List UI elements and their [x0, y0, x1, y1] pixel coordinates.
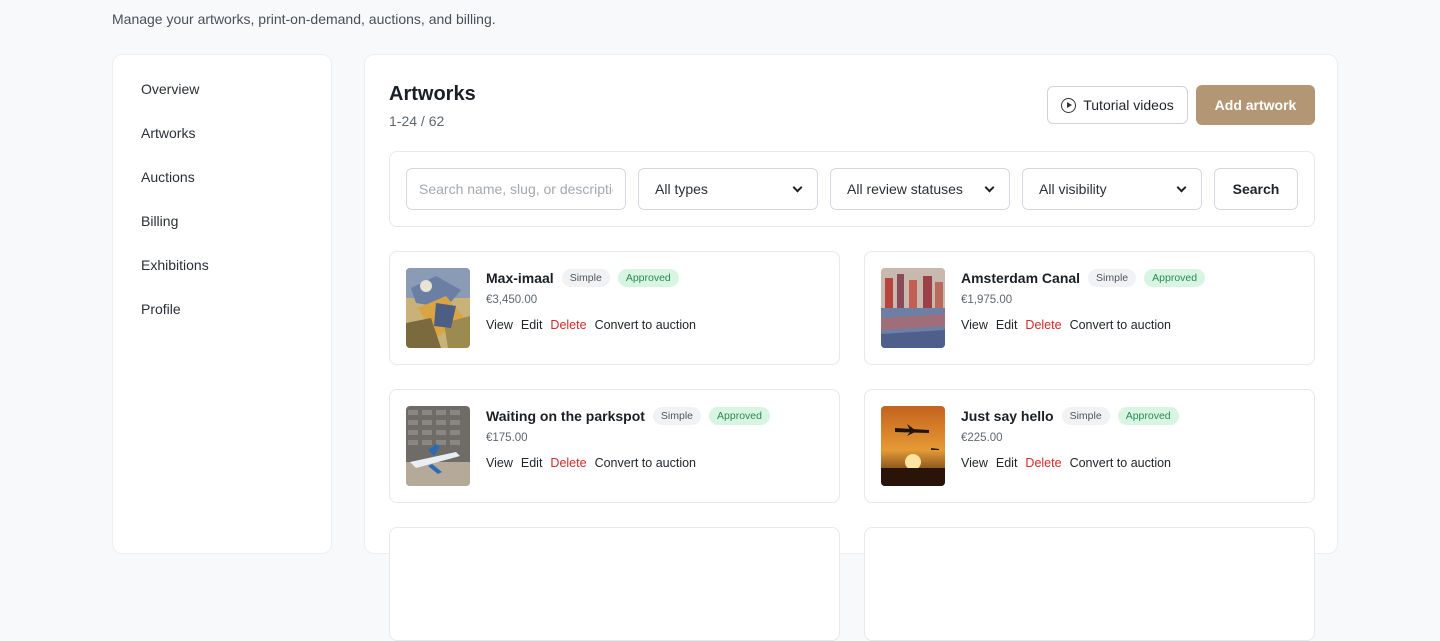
search-button[interactable]: Search	[1214, 168, 1298, 210]
artwork-title: Just say hello	[961, 408, 1054, 424]
artwork-thumbnail[interactable]	[406, 406, 470, 486]
status-badge: Approved	[709, 407, 770, 425]
artwork-image	[406, 406, 470, 486]
delete-link[interactable]: Delete	[550, 318, 586, 332]
sidebar-item-exhibitions[interactable]: Exhibitions	[113, 245, 331, 289]
artwork-title: Waiting on the parkspot	[486, 408, 645, 424]
convert-to-auction-link[interactable]: Convert to auction	[595, 456, 696, 470]
artwork-thumbnail[interactable]	[881, 268, 945, 348]
convert-to-auction-link[interactable]: Convert to auction	[595, 318, 696, 332]
view-link[interactable]: View	[486, 318, 513, 332]
artwork-image	[406, 268, 470, 348]
tutorial-videos-label: Tutorial videos	[1083, 97, 1174, 113]
artwork-card: Max-imaal Simple Approved €3,450.00 View…	[389, 251, 840, 365]
sidebar-item-auctions[interactable]: Auctions	[113, 157, 331, 201]
tutorial-videos-button[interactable]: Tutorial videos	[1047, 86, 1188, 124]
artwork-image	[881, 268, 945, 348]
type-select[interactable]: All types	[638, 168, 818, 210]
delete-link[interactable]: Delete	[550, 456, 586, 470]
type-badge: Simple	[652, 407, 702, 425]
chevron-down-icon	[792, 182, 803, 192]
page-subtitle: Manage your artworks, print-on-demand, a…	[112, 11, 496, 27]
artwork-thumbnail[interactable]	[881, 406, 945, 486]
artwork-thumbnail[interactable]	[406, 268, 470, 348]
edit-link[interactable]: Edit	[521, 456, 543, 470]
page-title: Artworks	[389, 83, 476, 105]
pagination-count: 1-24 / 62	[389, 113, 445, 129]
type-badge: Simple	[1061, 407, 1110, 425]
filter-bar: All types All review statuses All visibi…	[389, 151, 1315, 227]
artwork-title: Max-imaal	[486, 270, 554, 286]
status-badge: Approved	[1144, 269, 1206, 287]
review-status-select[interactable]: All review statuses	[830, 168, 1010, 210]
chevron-down-icon	[984, 182, 995, 192]
artwork-price: €1,975.00	[961, 294, 1013, 306]
type-badge: Simple	[1088, 269, 1137, 287]
search-input[interactable]	[406, 168, 626, 210]
artwork-title: Amsterdam Canal	[961, 270, 1081, 286]
visibility-select[interactable]: All visibility	[1022, 168, 1202, 210]
artwork-card: Just say hello Simple Approved €225.00 V…	[864, 389, 1315, 503]
edit-link[interactable]: Edit	[996, 318, 1018, 332]
view-link[interactable]: View	[961, 456, 988, 470]
sidebar: Overview Artworks Auctions Billing Exhib…	[112, 54, 332, 554]
convert-to-auction-link[interactable]: Convert to auction	[1070, 318, 1171, 332]
artwork-price: €225.00	[961, 432, 1003, 444]
edit-link[interactable]: Edit	[996, 456, 1018, 470]
sidebar-item-overview[interactable]: Overview	[113, 69, 331, 113]
artwork-card: Waiting on the parkspot Simple Approved …	[389, 389, 840, 503]
chevron-down-icon	[1176, 182, 1187, 192]
artwork-card	[389, 527, 840, 641]
type-badge: Simple	[561, 269, 610, 287]
view-link[interactable]: View	[486, 456, 513, 470]
sidebar-item-profile[interactable]: Profile	[113, 289, 331, 333]
sidebar-item-billing[interactable]: Billing	[113, 201, 331, 245]
review-status-select-value: All review statuses	[847, 181, 963, 197]
edit-link[interactable]: Edit	[521, 318, 543, 332]
delete-link[interactable]: Delete	[1025, 318, 1061, 332]
artworks-panel: Artworks 1-24 / 62 Tutorial videos Add a…	[364, 54, 1338, 641]
convert-to-auction-link[interactable]: Convert to auction	[1070, 456, 1171, 470]
view-link[interactable]: View	[961, 318, 988, 332]
status-badge: Approved	[617, 269, 679, 287]
artwork-card	[864, 527, 1315, 641]
artwork-price: €175.00	[486, 432, 528, 444]
delete-link[interactable]: Delete	[1025, 456, 1061, 470]
add-artwork-button[interactable]: Add artwork	[1196, 85, 1315, 125]
type-select-value: All types	[655, 181, 708, 197]
artwork-image	[881, 406, 945, 486]
play-circle-icon	[1061, 97, 1077, 113]
artwork-price: €3,450.00	[486, 294, 538, 306]
status-badge: Approved	[1117, 407, 1179, 425]
artwork-card: Amsterdam Canal Simple Approved €1,975.0…	[864, 251, 1315, 365]
sidebar-item-artworks[interactable]: Artworks	[113, 113, 331, 157]
visibility-select-value: All visibility	[1039, 181, 1107, 197]
